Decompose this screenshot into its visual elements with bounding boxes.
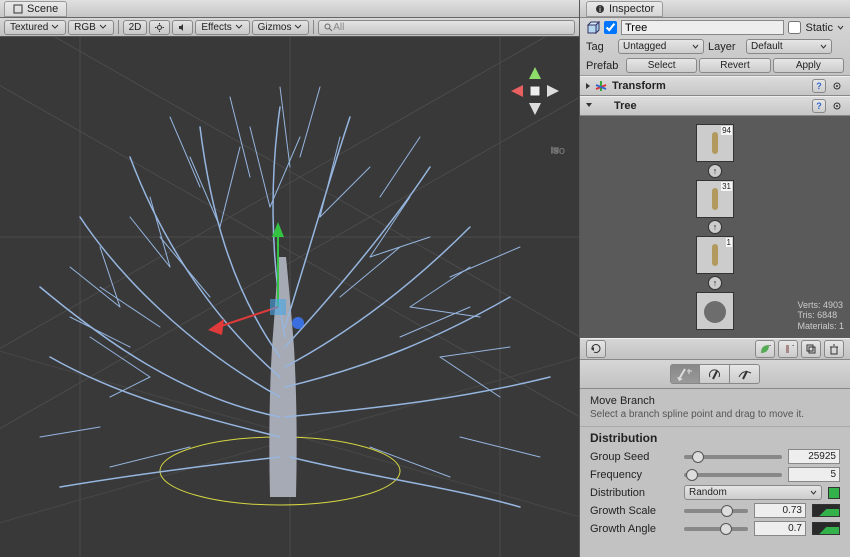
tree-component-header[interactable]: Tree ?: [580, 96, 850, 116]
frequency-slider[interactable]: [684, 473, 782, 477]
prefab-apply-button[interactable]: Apply: [773, 58, 844, 73]
distribution-label: Distribution: [590, 487, 678, 499]
prefab-revert-button[interactable]: Revert: [699, 58, 770, 73]
scene-toolbar: Textured RGB 2D Effects Gizmos All: [0, 18, 579, 37]
layer-label: Layer: [708, 41, 742, 53]
expand-icon: [586, 103, 592, 110]
tag-label: Tag: [586, 41, 614, 53]
duplicate-icon: [805, 343, 817, 355]
render-dropdown[interactable]: RGB: [68, 20, 113, 35]
expand-icon: [586, 83, 590, 89]
growth-scale-value[interactable]: 0.73: [754, 503, 806, 518]
scene-viewport[interactable]: y x Iso: [0, 37, 579, 557]
name-field[interactable]: [621, 20, 784, 35]
active-checkbox[interactable]: [604, 21, 617, 34]
cube-icon: [586, 21, 600, 35]
growth-angle-value[interactable]: 0.7: [754, 521, 806, 536]
tree-node[interactable]: 31: [696, 180, 734, 218]
view-mode-label: Iso: [550, 145, 565, 157]
move-mode-button[interactable]: [670, 364, 700, 384]
mode-hint: Move Branch Select a branch spline point…: [580, 389, 850, 427]
group-seed-label: Group Seed: [590, 451, 678, 463]
tree-toolbar: + +: [580, 338, 850, 360]
arrow-icon: ↑: [708, 164, 722, 178]
prefab-select-button[interactable]: Select: [626, 58, 697, 73]
mesh-stats: Verts: 4903 Tris: 6848 Materials: 1: [797, 300, 844, 332]
add-branch-button[interactable]: +: [778, 340, 798, 358]
rotate-mode-button[interactable]: [700, 364, 730, 384]
scene-tab-label: Scene: [27, 3, 58, 15]
light-toggle[interactable]: [149, 20, 170, 35]
branch-plus-icon: +: [782, 343, 794, 355]
gear-icon[interactable]: [830, 79, 844, 93]
tree-node[interactable]: 94: [696, 124, 734, 162]
gameobject-header: Static Tag Untagged Layer Default Prefab…: [580, 18, 850, 76]
search-icon: [324, 23, 333, 32]
gear-icon[interactable]: [830, 99, 844, 113]
group-seed-value[interactable]: 25925: [788, 449, 840, 464]
growth-angle-label: Growth Angle: [590, 523, 678, 535]
add-leaf-button[interactable]: +: [755, 340, 775, 358]
effects-dropdown[interactable]: Effects: [195, 20, 249, 35]
scene-tab[interactable]: Scene: [4, 1, 67, 17]
duplicate-button[interactable]: [801, 340, 821, 358]
static-label: Static: [805, 22, 833, 34]
info-icon: i: [595, 4, 605, 14]
distribution-section: Distribution Group Seed 25925 Frequency …: [580, 427, 850, 543]
scene-tabbar: Scene: [0, 0, 579, 18]
scene-panel: Scene Textured RGB 2D Effects Gizmos All: [0, 0, 580, 557]
speaker-icon: [178, 23, 187, 32]
transform-icon: [594, 79, 608, 93]
freehand-mode-button[interactable]: [730, 364, 760, 384]
delete-button[interactable]: [824, 340, 844, 358]
frequency-label: Frequency: [590, 469, 678, 481]
static-checkbox[interactable]: [788, 21, 801, 34]
tree-node[interactable]: [696, 292, 734, 330]
growth-scale-label: Growth Scale: [590, 505, 678, 517]
refresh-button[interactable]: [586, 340, 606, 358]
help-icon[interactable]: ?: [812, 79, 826, 93]
inspector-tab[interactable]: i Inspector: [586, 1, 663, 17]
inspector-panel: i Inspector Static Tag Untagged Layer De…: [580, 0, 850, 557]
svg-text:i: i: [599, 5, 601, 14]
shading-dropdown[interactable]: Textured: [4, 20, 66, 35]
inspector-tabbar: i Inspector: [580, 0, 850, 18]
audio-toggle[interactable]: [172, 20, 193, 35]
frequency-value[interactable]: 5: [788, 467, 840, 482]
gizmos-dropdown[interactable]: Gizmos: [252, 20, 310, 35]
axis-gizmo[interactable]: y x: [511, 67, 559, 115]
svg-text:+: +: [792, 343, 794, 350]
transform-component-header[interactable]: Transform ?: [580, 76, 850, 96]
distribution-header: Distribution: [590, 431, 840, 445]
growth-angle-slider[interactable]: [684, 527, 748, 531]
arrow-icon: ↑: [708, 220, 722, 234]
edit-mode-group: [580, 360, 850, 389]
sun-icon: [155, 23, 164, 32]
group-seed-slider[interactable]: [684, 455, 782, 459]
tag-dropdown[interactable]: Untagged: [618, 39, 704, 54]
layer-dropdown[interactable]: Default: [746, 39, 832, 54]
arrow-icon: ↑: [708, 276, 722, 290]
growth-scale-slider[interactable]: [684, 509, 748, 513]
scene-icon: [13, 4, 23, 14]
growth-angle-curve[interactable]: [812, 522, 840, 535]
dim-mode-toggle[interactable]: 2D: [123, 20, 148, 35]
svg-text:+: +: [769, 343, 771, 350]
prefab-label: Prefab: [586, 60, 624, 72]
trash-icon: [828, 343, 840, 355]
color-swatch[interactable]: [828, 487, 840, 499]
distribution-dropdown[interactable]: Random: [684, 485, 822, 500]
growth-scale-curve[interactable]: [812, 504, 840, 517]
leaf-plus-icon: +: [759, 343, 771, 355]
refresh-icon: [590, 343, 602, 355]
tree-node[interactable]: 1: [696, 236, 734, 274]
tree-hierarchy[interactable]: 94 ↑ 31 ↑ 1 ↑ Verts: 4903 Tris: 6848 Mat…: [580, 116, 850, 338]
help-icon[interactable]: ?: [812, 99, 826, 113]
search-field[interactable]: All: [318, 20, 575, 35]
